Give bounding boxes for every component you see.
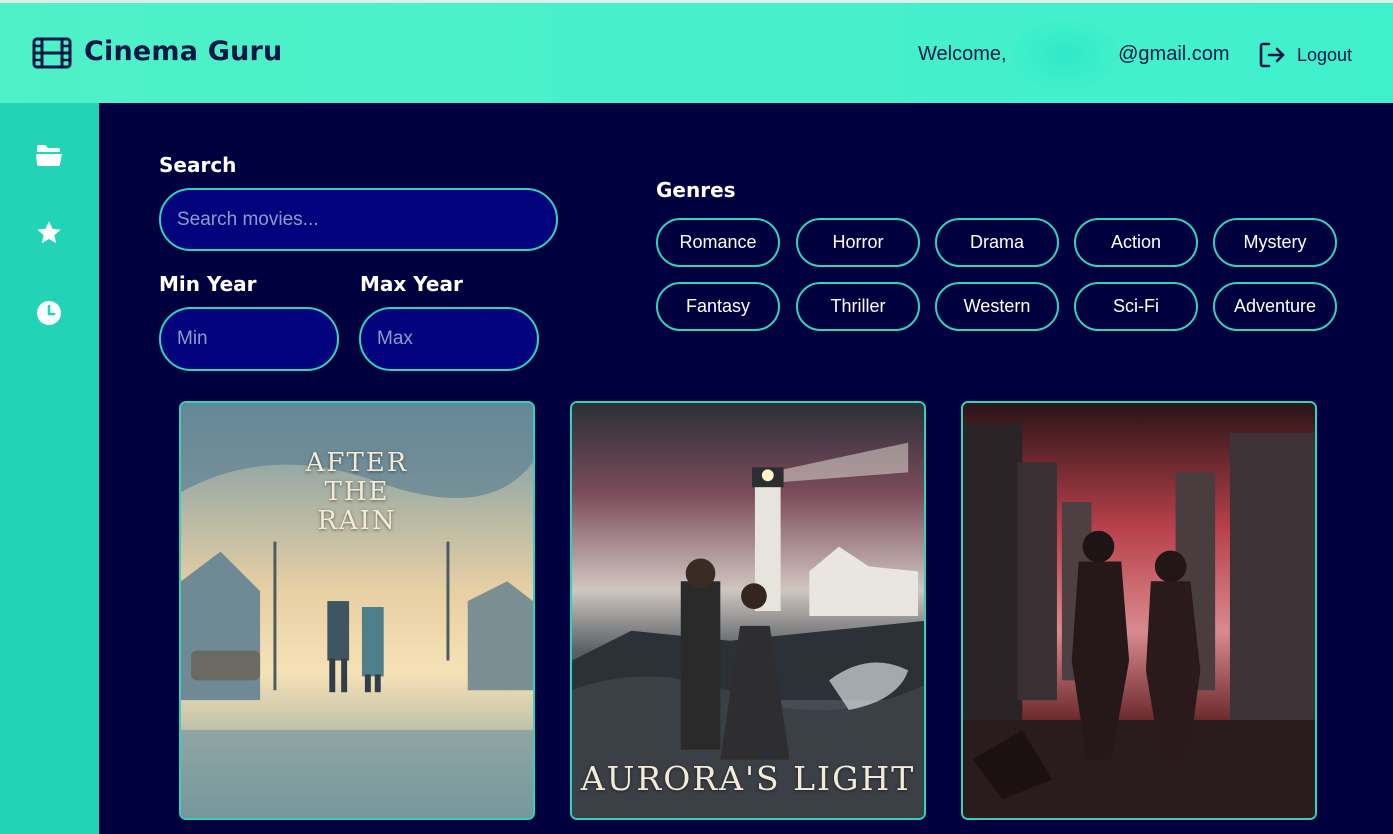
search-label: Search bbox=[159, 153, 237, 177]
genre-tag-fantasy[interactable]: Fantasy bbox=[656, 282, 780, 331]
min-year-input[interactable] bbox=[159, 307, 339, 371]
poster-title-line: RAIN bbox=[317, 506, 397, 536]
movie-poster-title: AURORA'S LIGHT bbox=[580, 759, 916, 798]
movie-poster-image bbox=[572, 403, 924, 818]
welcome-prefix: Welcome, bbox=[918, 43, 1013, 65]
movie-card[interactable] bbox=[961, 401, 1317, 820]
min-year-label: Min Year bbox=[159, 272, 257, 296]
max-year-label: Max Year bbox=[360, 272, 463, 296]
max-year-input[interactable] bbox=[359, 307, 539, 371]
genre-tag-horror[interactable]: Horror bbox=[796, 218, 920, 267]
app-title: Cinema Guru bbox=[84, 36, 283, 67]
logout-icon bbox=[1259, 42, 1285, 68]
redacted-username bbox=[1012, 19, 1119, 90]
genre-tag-drama[interactable]: Drama bbox=[935, 218, 1059, 267]
genre-tag-thriller[interactable]: Thriller bbox=[796, 282, 920, 331]
genre-tag-action[interactable]: Action bbox=[1074, 218, 1198, 267]
sidebar-item-watch-later[interactable] bbox=[34, 298, 64, 328]
logout-label: Logout bbox=[1297, 44, 1353, 65]
welcome-message: Welcome, @gmail.com bbox=[918, 19, 1230, 90]
search-input[interactable] bbox=[159, 188, 558, 251]
sidebar-item-favorites[interactable] bbox=[34, 218, 64, 248]
genre-tag-adventure[interactable]: Adventure bbox=[1213, 282, 1337, 331]
movie-card[interactable]: AFTER THE RAIN bbox=[179, 401, 535, 820]
logout-button[interactable]: Logout bbox=[1258, 40, 1352, 70]
movie-poster-title: AFTER THE RAIN bbox=[181, 449, 533, 536]
genre-tag-western[interactable]: Western bbox=[935, 282, 1059, 331]
film-icon bbox=[32, 37, 72, 69]
poster-title-line: AFTER bbox=[305, 448, 409, 478]
genre-tag-romance[interactable]: Romance bbox=[656, 218, 780, 267]
app-header: Cinema Guru Welcome, @gmail.com Logout bbox=[0, 3, 1393, 103]
sidebar bbox=[0, 103, 99, 834]
genre-tag-mystery[interactable]: Mystery bbox=[1213, 218, 1337, 267]
genre-tag-sci-fi[interactable]: Sci-Fi bbox=[1074, 282, 1198, 331]
movie-card[interactable]: AURORA'S LIGHT bbox=[570, 401, 926, 820]
clock-icon bbox=[37, 301, 61, 325]
poster-title-line: THE bbox=[324, 477, 390, 507]
movie-poster-image bbox=[963, 403, 1315, 818]
sidebar-item-folder[interactable] bbox=[34, 140, 64, 170]
star-icon bbox=[37, 221, 61, 244]
genres-label: Genres bbox=[656, 178, 736, 202]
welcome-email-suffix: @gmail.com bbox=[1118, 43, 1230, 65]
folder-icon bbox=[36, 145, 62, 166]
